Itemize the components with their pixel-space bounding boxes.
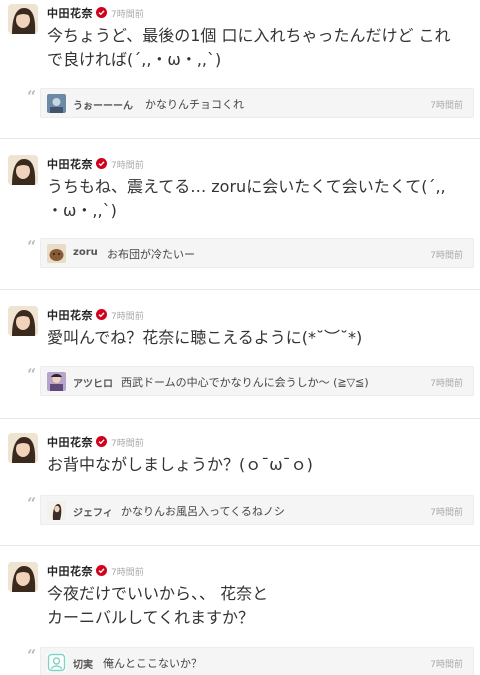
reply-author[interactable]: zoru	[73, 247, 98, 258]
reply-text: 俺んとここないか？	[103, 657, 202, 670]
quote-icon: “	[27, 494, 37, 513]
quote-icon: “	[27, 365, 37, 384]
post-time: 7時間前	[111, 568, 144, 578]
reply-avatar[interactable]	[47, 244, 66, 263]
quote-icon: “	[27, 646, 37, 665]
author-avatar[interactable]	[8, 562, 38, 592]
reply-text: かなりんお風呂入ってくるねノシ	[121, 505, 285, 518]
reply-text: お布団が冷たいー	[107, 248, 195, 261]
post-text-line: 愛叫んでね？花奈に聴こえるように(*˘︶˘*)	[47, 328, 363, 347]
post-text-line: うちもね、震えてる… zoruに会いたくて会いたくて(´,,	[47, 177, 446, 196]
author-name-text[interactable]: 中田花奈	[47, 7, 93, 20]
author-name[interactable]: 中田花奈 7時間前	[47, 563, 144, 579]
divider	[0, 545, 480, 546]
reply-avatar[interactable]	[47, 372, 66, 391]
post-text-line: カーニバルしてくれますか？	[47, 608, 255, 627]
post-time: 7時間前	[111, 439, 144, 449]
author-name[interactable]: 中田花奈 7時間前	[47, 307, 144, 323]
verified-badge-icon	[96, 158, 107, 169]
reply-card[interactable]: ジェフィ かなりんお風呂入ってくるねノシ 7時間前	[40, 495, 474, 525]
post-time: 7時間前	[111, 312, 144, 322]
post-text-line: で良ければ(´,,・ω・,,`)	[47, 50, 222, 69]
reply-card[interactable]: 切実 俺んとここないか？ 7時間前	[40, 647, 474, 675]
post-body: 今ちょうど、最後の1個 口に入れちゃったんだけど これ で良ければ(´,,・ω・…	[47, 24, 477, 72]
reply-time: 7時間前	[430, 251, 463, 261]
reply-time: 7時間前	[430, 379, 463, 389]
author-name-text[interactable]: 中田花奈	[47, 436, 93, 449]
divider	[0, 138, 480, 139]
reply-avatar[interactable]	[47, 94, 66, 113]
reply-card[interactable]: zoru お布団が冷たいー 7時間前	[40, 238, 474, 268]
reply-time: 7時間前	[430, 660, 463, 670]
reply-time: 7時間前	[430, 508, 463, 518]
post-text-line: ・ω・,,`)	[47, 201, 117, 220]
author-name-text[interactable]: 中田花奈	[47, 309, 93, 322]
post-body: 愛叫んでね？花奈に聴こえるように(*˘︶˘*)	[47, 326, 477, 350]
divider	[0, 289, 480, 290]
reply-author[interactable]: ジェフィ	[73, 504, 113, 519]
post-text-line: 今ちょうど、最後の1個 口に入れちゃったんだけど これ	[47, 26, 451, 45]
post-time: 7時間前	[111, 10, 144, 20]
reply-author[interactable]: アツヒロ	[73, 375, 113, 390]
post-body: お背中ながしましょうか？(ｏ¯ω¯ｏ)	[47, 453, 477, 477]
reply-text: 西武ドームの中心でかなりんに会うしか～ (≧▽≦)	[121, 376, 369, 389]
reply-author[interactable]: うぉーーーん	[73, 97, 133, 112]
author-name-text[interactable]: 中田花奈	[47, 565, 93, 578]
divider	[0, 418, 480, 419]
verified-badge-icon	[96, 565, 107, 576]
verified-badge-icon	[96, 436, 107, 447]
author-avatar[interactable]	[8, 433, 38, 463]
reply-text: かなりんチョコくれ	[145, 98, 244, 111]
author-name[interactable]: 中田花奈 7時間前	[47, 5, 144, 21]
reply-card[interactable]: アツヒロ 西武ドームの中心でかなりんに会うしか～ (≧▽≦) 7時間前	[40, 366, 474, 396]
quote-icon: “	[27, 237, 37, 256]
author-avatar[interactable]	[8, 4, 38, 34]
verified-badge-icon	[96, 309, 107, 320]
author-name-text[interactable]: 中田花奈	[47, 158, 93, 171]
reply-avatar[interactable]	[47, 501, 66, 520]
author-name[interactable]: 中田花奈 7時間前	[47, 434, 144, 450]
reply-avatar[interactable]	[47, 653, 66, 672]
post-body: 今夜だけでいいから、、 花奈と カーニバルしてくれますか？	[47, 582, 477, 630]
reply-card[interactable]: うぉーーーん かなりんチョコくれ 7時間前	[40, 88, 474, 118]
post-time: 7時間前	[111, 161, 144, 171]
post-body: うちもね、震えてる… zoruに会いたくて会いたくて(´,, ・ω・,,`)	[47, 175, 477, 223]
author-name[interactable]: 中田花奈 7時間前	[47, 156, 144, 172]
reply-time: 7時間前	[430, 101, 463, 111]
post-text-line: 今夜だけでいいから、、 花奈と	[47, 584, 269, 603]
post-text-line: お背中ながしましょうか？(ｏ¯ω¯ｏ)	[47, 455, 313, 474]
reply-author[interactable]: 切実	[73, 656, 93, 671]
quote-icon: “	[27, 87, 37, 106]
author-avatar[interactable]	[8, 306, 38, 336]
author-avatar[interactable]	[8, 155, 38, 185]
verified-badge-icon	[96, 7, 107, 18]
